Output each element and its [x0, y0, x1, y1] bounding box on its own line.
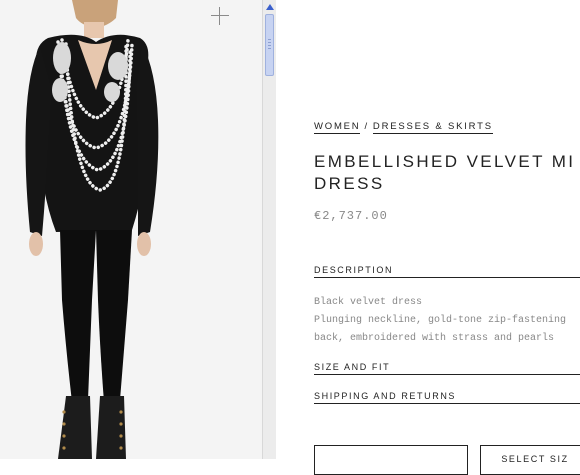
breadcrumb-dresses-skirts[interactable]: DRESSES & SKIRTS — [372, 121, 493, 134]
product-details: WOMEN / DRESSES & SKIRTS EMBELLISHED VELVE… — [314, 0, 580, 475]
description-text: Black velvet dress Plunging neckline, go… — [314, 294, 580, 348]
product-image-pane[interactable] — [0, 0, 262, 459]
description-line: Plunging neckline, gold-tone zip-fasteni… — [314, 315, 567, 326]
breadcrumb: WOMEN / DRESSES & SKIRTS — [314, 121, 493, 134]
breadcrumb-separator: / — [364, 121, 369, 132]
shipping-and-returns-header[interactable]: SHIPPING AND RETURNS — [314, 391, 580, 404]
size-and-fit-header[interactable]: SIZE AND FIT — [314, 362, 580, 375]
scrollbar-thumb[interactable] — [265, 14, 274, 76]
arrow-up-icon[interactable] — [263, 0, 276, 13]
thumbnail-scrollbar[interactable] — [262, 0, 276, 459]
product-image — [25, 0, 159, 459]
description-line: back, embroidered with strass and pearls — [314, 333, 555, 344]
zoom-plus-icon[interactable] — [210, 6, 230, 26]
product-price: €2,737.00 — [314, 209, 388, 223]
description-header[interactable]: DESCRIPTION — [314, 265, 580, 278]
size-button[interactable] — [314, 445, 468, 475]
breadcrumb-women[interactable]: WOMEN — [314, 121, 361, 134]
description-line: Black velvet dress — [314, 297, 423, 308]
select-size-button[interactable]: SELECT SIZ — [480, 445, 580, 475]
product-title: EMBELLISHED VELVET MI DRESS — [314, 152, 576, 193]
